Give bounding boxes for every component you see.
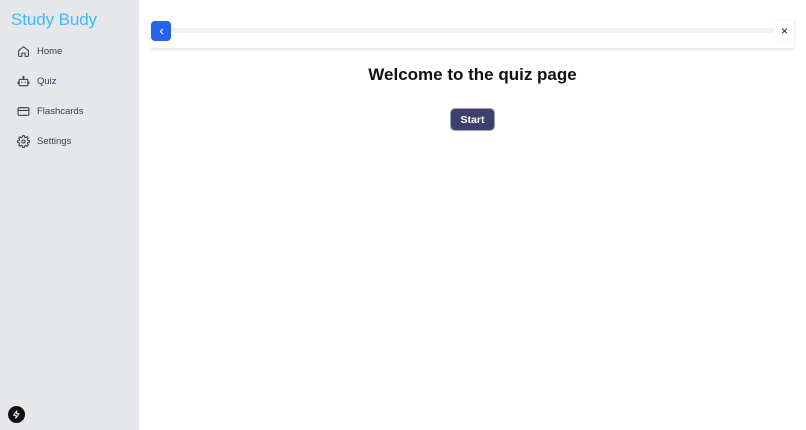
bolt-button[interactable] (8, 406, 25, 423)
sidebar: Study Budy Home Quiz Flashcards Settings (0, 0, 139, 430)
robot-icon (17, 75, 30, 88)
sidebar-item-home[interactable]: Home (17, 41, 135, 61)
chevron-left-icon (159, 28, 163, 34)
sidebar-item-label: Settings (37, 135, 72, 147)
card-icon (17, 105, 30, 118)
bolt-icon (13, 410, 20, 419)
quiz-topbar: × (151, 18, 794, 48)
back-button[interactable] (151, 21, 171, 41)
app-root: Study Budy Home Quiz Flashcards Settings… (0, 0, 806, 430)
page-title: Welcome to the quiz page (368, 65, 577, 84)
gear-icon (17, 134, 30, 148)
sidebar-item-label: Flashcards (37, 105, 84, 117)
sidebar-item-label: Home (37, 45, 63, 57)
sidebar-item-flashcards[interactable]: Flashcards (17, 101, 135, 121)
progress-bar (171, 28, 774, 33)
sidebar-item-quiz[interactable]: Quiz (17, 71, 135, 91)
brand-title[interactable]: Study Budy (11, 10, 97, 30)
close-button[interactable]: × (775, 21, 794, 41)
sidebar-item-settings[interactable]: Settings (17, 131, 135, 151)
home-icon (17, 45, 30, 58)
start-button[interactable]: Start (450, 108, 495, 131)
sidebar-item-label: Quiz (37, 75, 57, 87)
